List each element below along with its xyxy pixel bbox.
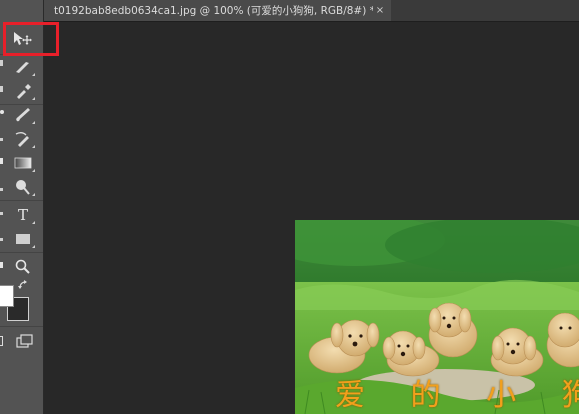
tool-flyout-indicator	[32, 221, 35, 224]
brush-variant-tool[interactable]	[10, 56, 36, 78]
brush-icon	[16, 108, 30, 122]
quick-mask-icon[interactable]	[0, 336, 3, 346]
tool-flyout-indicator	[32, 245, 35, 248]
zoom-icon	[15, 259, 30, 274]
tool-flyout-indicator	[32, 145, 35, 148]
screen-mode-icon[interactable]	[16, 334, 34, 348]
brush-icon	[16, 62, 29, 73]
tool-edge-fragment	[0, 86, 3, 92]
toolbar-separator	[0, 326, 43, 327]
tool-edge-fragment	[0, 212, 3, 215]
foreground-color-swatch[interactable]	[0, 285, 14, 307]
gradient-tool[interactable]	[10, 152, 36, 174]
tool-flyout-indicator	[32, 169, 35, 172]
gradient-icon	[14, 157, 32, 169]
eyedropper-tool[interactable]	[10, 80, 36, 102]
type-tool[interactable]: T	[10, 204, 36, 226]
tools-panel: T	[0, 0, 44, 414]
dodge-icon	[16, 180, 30, 195]
history-brush-tool[interactable]	[10, 128, 36, 150]
tool-edge-fragment	[0, 158, 3, 164]
tool-edge-fragment	[0, 188, 3, 191]
eyedropper-icon	[17, 84, 31, 99]
rectangle-icon	[16, 234, 30, 244]
type-icon: T	[17, 206, 28, 224]
highlight-annotation	[3, 22, 59, 56]
tool-flyout-indicator	[32, 121, 35, 124]
zoom-tool[interactable]	[10, 256, 36, 278]
toolbar-separator	[0, 252, 43, 253]
document-tab-bar: t0192bab8edb0634ca1.jpg @ 100% (可爱的小狗狗, …	[44, 0, 579, 22]
toolbar-separator	[0, 200, 43, 201]
image-caption-text: 爱 的 小 狗	[335, 378, 579, 413]
dodge-tool[interactable]	[10, 176, 36, 198]
tool-flyout-indicator	[32, 97, 35, 100]
rectangle-tool[interactable]	[10, 228, 36, 250]
history-brush-icon	[15, 132, 29, 147]
tool-flyout-indicator	[32, 73, 35, 76]
tool-edge-fragment	[0, 262, 3, 268]
close-icon[interactable]: ×	[373, 5, 387, 16]
document-image[interactable]: 爱 的 小 狗	[295, 220, 579, 414]
tool-edge-fragment	[0, 60, 3, 66]
tool-edge-fragment	[0, 110, 4, 114]
brush-tool[interactable]	[10, 104, 36, 126]
swap-colors-icon[interactable]	[18, 280, 28, 290]
tool-edge-fragment	[0, 138, 3, 141]
tool-flyout-indicator	[32, 193, 35, 196]
tool-edge-fragment	[0, 238, 3, 241]
document-tab-title: t0192bab8edb0634ca1.jpg @ 100% (可爱的小狗狗, …	[54, 5, 373, 17]
document-tab[interactable]: t0192bab8edb0634ca1.jpg @ 100% (可爱的小狗狗, …	[44, 0, 391, 21]
